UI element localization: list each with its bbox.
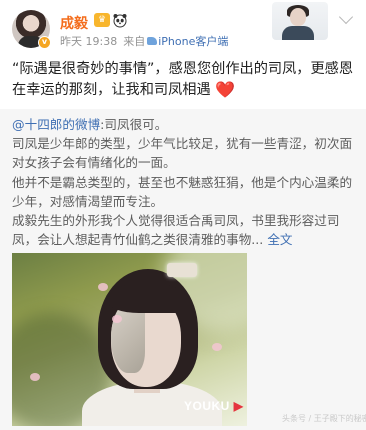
repost-paragraph: 他并不是霸总类型的，甚至也不魅惑狂狷，他是个内心温柔的少年，对感情渴望而专注。: [12, 174, 353, 209]
panda-icon[interactable]: [112, 12, 128, 28]
post-body: “际遇是很奇妙的事情”，感恩您创作出的司凤，更感恩在幸运的那刻，让我和司凤相遇: [12, 61, 354, 98]
post-source-link[interactable]: iPhone客户端: [158, 35, 228, 48]
repost-paragraph: 司凤是少年郎的类型，少年气比较足，犹有一些青涩，初次面对女孩子会有情绪化的一面。: [12, 136, 353, 171]
post-header: v 成毅 ♛ 昨天 19:38 来自 iPhone客户端: [0, 0, 366, 56]
post-date: 昨天 19:38: [60, 35, 118, 48]
iphone-icon: [147, 37, 158, 45]
youku-watermark: YOUKU ▶: [184, 399, 244, 413]
repost-intro: :司凤很可。: [100, 117, 168, 132]
chevron-down-icon[interactable]: [338, 9, 354, 25]
verified-v-icon: v: [38, 36, 51, 49]
repost-image[interactable]: YOUKU ▶: [12, 253, 247, 426]
repost-mention-link[interactable]: @十四郎的微博: [12, 117, 100, 132]
heart-emoji: ❤️: [215, 80, 236, 99]
post-meta: 昨天 19:38 来自 iPhone客户端: [60, 33, 228, 49]
full-text-link[interactable]: 全文: [267, 232, 292, 247]
corner-watermark: 头条号 / 王子殿下的秘密: [282, 414, 366, 423]
repost-text: @十四郎的微博:司凤很可。 司凤是少年郎的类型，少年气比较足，犹有一些青涩，初次…: [12, 115, 358, 249]
post-text: “际遇是很奇妙的事情”，感恩您创作出的司凤，更感恩在幸运的那刻，让我和司凤相遇 …: [12, 59, 358, 101]
author-name[interactable]: 成毅: [60, 13, 88, 33]
source-prefix: 来自: [123, 35, 146, 48]
header-card-thumbnail[interactable]: [272, 2, 328, 40]
crown-badge-icon[interactable]: ♛: [94, 13, 110, 27]
